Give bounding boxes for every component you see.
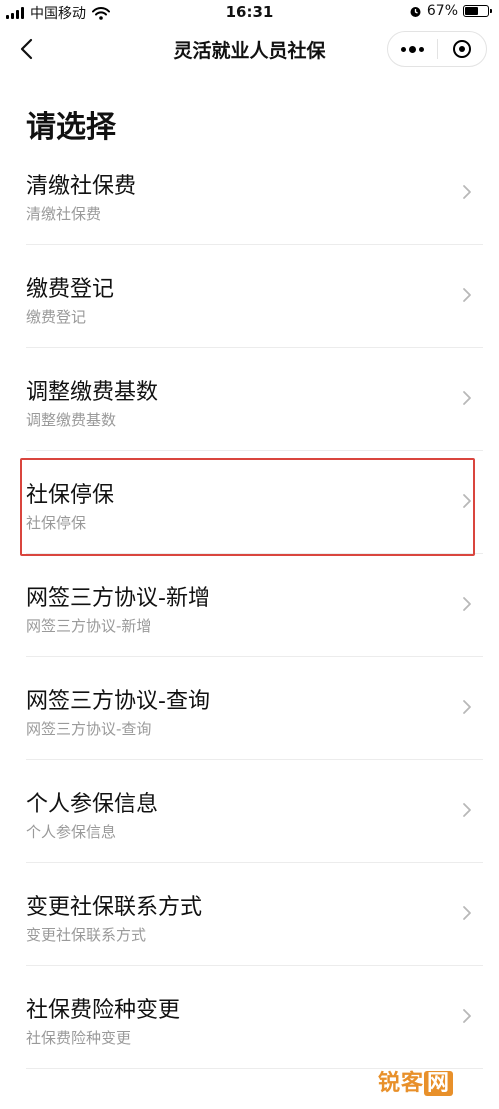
menu-item-title: 社保停保 [26, 483, 115, 508]
watermark-logo: 锐客网 [378, 1065, 453, 1097]
status-bar: 中国移动 16:31 67% [0, 0, 499, 26]
status-right: 67% [409, 3, 492, 19]
menu-item-subtitle: 社保费险种变更 [26, 1029, 132, 1047]
target-icon [452, 40, 471, 58]
menu-item-subtitle: 变更社保联系方式 [26, 926, 147, 944]
chevron-right-icon [463, 906, 471, 920]
miniprogram-capsule [387, 31, 487, 67]
menu-item-subtitle: 个人参保信息 [26, 823, 117, 841]
menu-item-title: 网签三方协议-新增 [26, 586, 210, 611]
menu-item-subtitle: 调整缴费基数 [26, 411, 117, 429]
menu-item-title: 网签三方协议-查询 [26, 689, 210, 714]
chevron-right-icon [463, 803, 471, 817]
menu-item[interactable]: 社保停保 社保停保 [20, 451, 483, 556]
chevron-right-icon [463, 1009, 471, 1023]
menu-item-subtitle: 网签三方协议-查询 [26, 720, 152, 738]
menu-item[interactable]: 调整缴费基数 调整缴费基数 [26, 348, 483, 451]
menu-item-title: 清缴社保费 [26, 174, 137, 199]
chevron-right-icon [463, 700, 471, 714]
chevron-right-icon [463, 597, 471, 611]
menu-item-title: 缴费登记 [26, 277, 115, 302]
battery-icon [463, 5, 492, 17]
more-button[interactable] [388, 32, 437, 66]
menu-item[interactable]: 变更社保联系方式 变更社保联系方式 [26, 863, 483, 966]
menu-item[interactable]: 社保费险种变更 社保费险种变更 [26, 966, 483, 1069]
battery-percent: 67% [426, 3, 458, 19]
menu-item-title: 社保费险种变更 [26, 998, 181, 1023]
menu-item-title: 变更社保联系方式 [26, 895, 203, 920]
menu-item-subtitle: 社保停保 [26, 514, 87, 532]
close-miniprogram-button[interactable] [438, 32, 487, 66]
menu-item[interactable]: 网签三方协议-查询 网签三方协议-查询 [26, 657, 483, 760]
menu-item[interactable]: 网签三方协议-新增 网签三方协议-新增 [26, 554, 483, 657]
menu-item[interactable]: 清缴社保费 清缴社保费 [26, 142, 483, 245]
menu-item-subtitle: 清缴社保费 [26, 205, 102, 223]
menu-list: 清缴社保费 清缴社保费 缴费登记 缴费登记 调整缴费基数 调整缴费基数 社保停保 社保停保 网签… [0, 142, 499, 1069]
more-dots-icon [400, 45, 424, 53]
menu-item-subtitle: 缴费登记 [26, 308, 87, 326]
page-heading: 请选择 [26, 110, 116, 145]
menu-item[interactable]: 缴费登记 缴费登记 [26, 245, 483, 348]
menu-item-title: 个人参保信息 [26, 792, 159, 817]
menu-item-title: 调整缴费基数 [26, 380, 159, 405]
chevron-right-icon [463, 185, 471, 199]
chevron-right-icon [463, 288, 471, 302]
menu-item-subtitle: 网签三方协议-新增 [26, 617, 152, 635]
chevron-right-icon [463, 494, 471, 508]
alarm-icon [410, 6, 421, 17]
nav-bar: 灵活就业人员社保 [0, 26, 499, 72]
chevron-right-icon [463, 391, 471, 405]
menu-item[interactable]: 个人参保信息 个人参保信息 [26, 760, 483, 863]
